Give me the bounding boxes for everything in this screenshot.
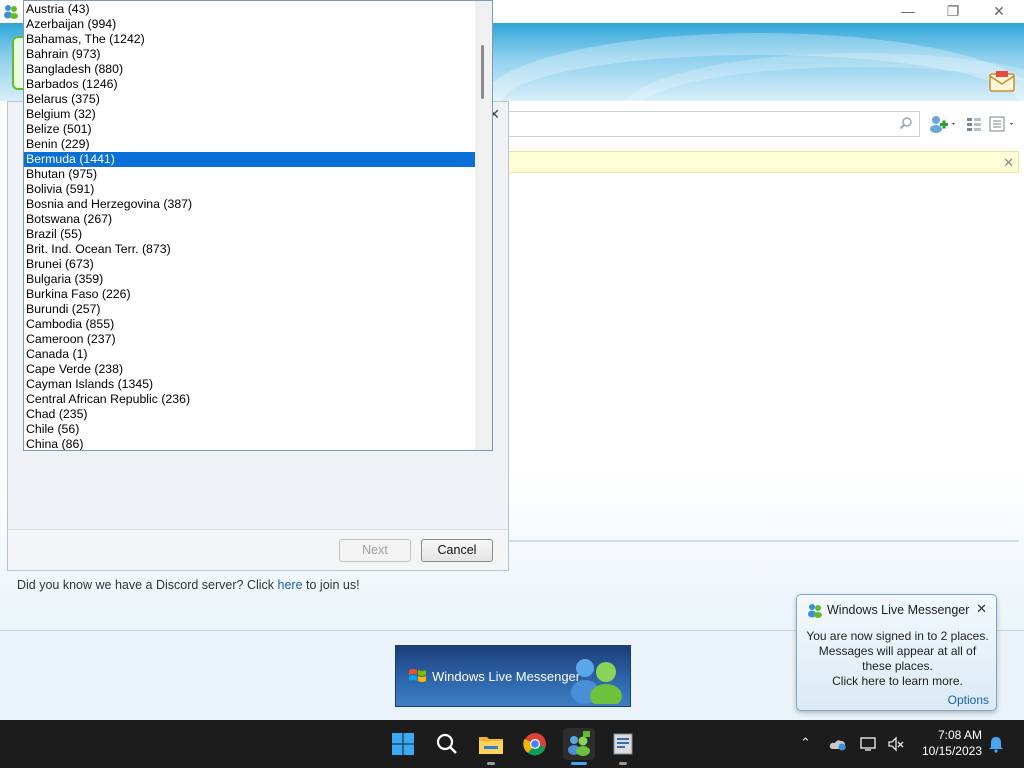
close-icon[interactable]: ✕ xyxy=(976,601,987,617)
country-option[interactable]: Burundi (257) xyxy=(24,302,475,317)
taskbar-active-indicator xyxy=(571,762,587,765)
change-view-icon[interactable] xyxy=(965,114,983,134)
notification-bar: ✕ xyxy=(505,151,1019,173)
country-option[interactable]: Central African Republic (236) xyxy=(24,392,475,407)
chrome-icon[interactable] xyxy=(519,728,551,760)
notification-bell-icon[interactable] xyxy=(988,735,1004,753)
country-option[interactable]: Austria (43) xyxy=(24,2,475,17)
country-option[interactable]: Azerbaijan (994) xyxy=(24,17,475,32)
next-button[interactable]: Next xyxy=(339,539,411,562)
scrollbar-thumb[interactable] xyxy=(481,45,484,99)
discord-link[interactable]: here xyxy=(278,578,303,592)
inbox-icon[interactable] xyxy=(988,70,1016,94)
contact-search-input[interactable] xyxy=(505,111,920,137)
divider xyxy=(505,540,1019,542)
search-icon[interactable] xyxy=(899,116,913,130)
messenger-buddies-icon xyxy=(571,659,622,704)
country-option[interactable]: Burkina Faso (226) xyxy=(24,287,475,302)
country-option[interactable]: Bulgaria (359) xyxy=(24,272,475,287)
maximize-button[interactable]: ❐ xyxy=(930,0,976,23)
country-option[interactable]: Cameroon (237) xyxy=(24,332,475,347)
signin-notification[interactable]: Windows Live Messenger ✕ You are now sig… xyxy=(796,594,997,711)
taskbar-running-indicator xyxy=(619,762,627,765)
notification-line: You are now signed in to 2 places. xyxy=(806,629,989,643)
app-installer-icon[interactable] xyxy=(607,728,639,760)
discord-tip: Did you know we have a Discord server? C… xyxy=(17,578,360,592)
notification-title: Windows Live Messenger xyxy=(827,603,970,617)
country-option[interactable]: Belize (501) xyxy=(24,122,475,137)
taskbar-running-indicator xyxy=(487,762,495,765)
messenger-buddy-icon xyxy=(4,5,18,19)
options-menu-icon[interactable] xyxy=(988,114,1018,134)
search-icon[interactable] xyxy=(431,728,463,760)
country-option[interactable]: Cambodia (855) xyxy=(24,317,475,332)
banner-text: Windows Live Messenger xyxy=(432,669,581,684)
windows-live-messenger-banner[interactable]: Windows Live Messenger xyxy=(395,645,631,707)
country-option[interactable]: Bosnia and Herzegovina (387) xyxy=(24,197,475,212)
chevron-up-icon[interactable]: ⌃ xyxy=(800,735,811,751)
country-option[interactable]: Belgium (32) xyxy=(24,107,475,122)
country-option[interactable]: Cape Verde (238) xyxy=(24,362,475,377)
country-option[interactable]: Bolivia (591) xyxy=(24,182,475,197)
country-dropdown-list[interactable]: Austria (43) Azerbaijan (994) Bahamas, The… xyxy=(23,0,493,451)
notification-line: Messages will appear at all of these pla… xyxy=(818,644,977,673)
options-link[interactable]: Options xyxy=(948,693,989,707)
messenger-buddy-icon xyxy=(808,604,822,618)
taskbar-clock[interactable]: 7:08 AM 10/15/2023 xyxy=(912,727,982,759)
country-option[interactable]: Brit. Ind. Ocean Terr. (873) xyxy=(24,242,475,257)
vertical-scrollbar[interactable] xyxy=(475,1,492,450)
country-option[interactable]: Cayman Islands (1345) xyxy=(24,377,475,392)
country-option[interactable]: Bangladesh (880) xyxy=(24,62,475,77)
country-option[interactable]: China (86) xyxy=(24,437,475,450)
onedrive-icon[interactable] xyxy=(829,737,847,751)
country-option[interactable]: Chad (235) xyxy=(24,407,475,422)
country-option[interactable]: Bahrain (973) xyxy=(24,47,475,62)
windows-start-icon[interactable] xyxy=(387,728,419,760)
windows-logo-icon xyxy=(409,669,426,682)
notification-line: Click here to learn more. xyxy=(832,674,963,688)
divider xyxy=(8,529,508,530)
clock-time: 7:08 AM xyxy=(937,728,982,742)
country-option[interactable]: Bahamas, The (1242) xyxy=(24,32,475,47)
country-option[interactable]: Botswana (267) xyxy=(24,212,475,227)
tip-text: to join us! xyxy=(302,578,360,592)
minimize-button[interactable]: — xyxy=(885,0,931,23)
country-option[interactable]: Benin (229) xyxy=(24,137,475,152)
close-icon[interactable]: ✕ xyxy=(1003,155,1014,171)
country-option[interactable]: Chile (56) xyxy=(24,422,475,437)
country-option[interactable]: Brunei (673) xyxy=(24,257,475,272)
messenger-icon xyxy=(568,731,590,756)
cancel-button[interactable]: Cancel xyxy=(421,539,493,562)
add-contact-icon[interactable] xyxy=(928,114,958,134)
country-option[interactable]: Brazil (55) xyxy=(24,227,475,242)
country-option[interactable]: Canada (1) xyxy=(24,347,475,362)
country-option-selected[interactable]: Bermuda (1441) xyxy=(24,152,475,167)
file-explorer-icon[interactable] xyxy=(475,728,507,760)
clock-date: 10/15/2023 xyxy=(921,744,982,758)
volume-muted-icon[interactable] xyxy=(887,736,905,752)
tip-text: Did you know we have a Discord server? C… xyxy=(17,578,278,592)
country-option[interactable]: Belarus (375) xyxy=(24,92,475,107)
notification-message[interactable]: You are now signed in to 2 places. Messa… xyxy=(803,629,992,689)
country-options: Austria (43) Azerbaijan (994) Bahamas, The… xyxy=(24,2,475,450)
close-button[interactable]: ✕ xyxy=(976,0,1022,23)
display-icon[interactable] xyxy=(860,736,878,752)
country-option[interactable]: Barbados (1246) xyxy=(24,77,475,92)
messenger-taskbar-button[interactable] xyxy=(563,728,595,760)
country-option[interactable]: Bhutan (975) xyxy=(24,167,475,182)
